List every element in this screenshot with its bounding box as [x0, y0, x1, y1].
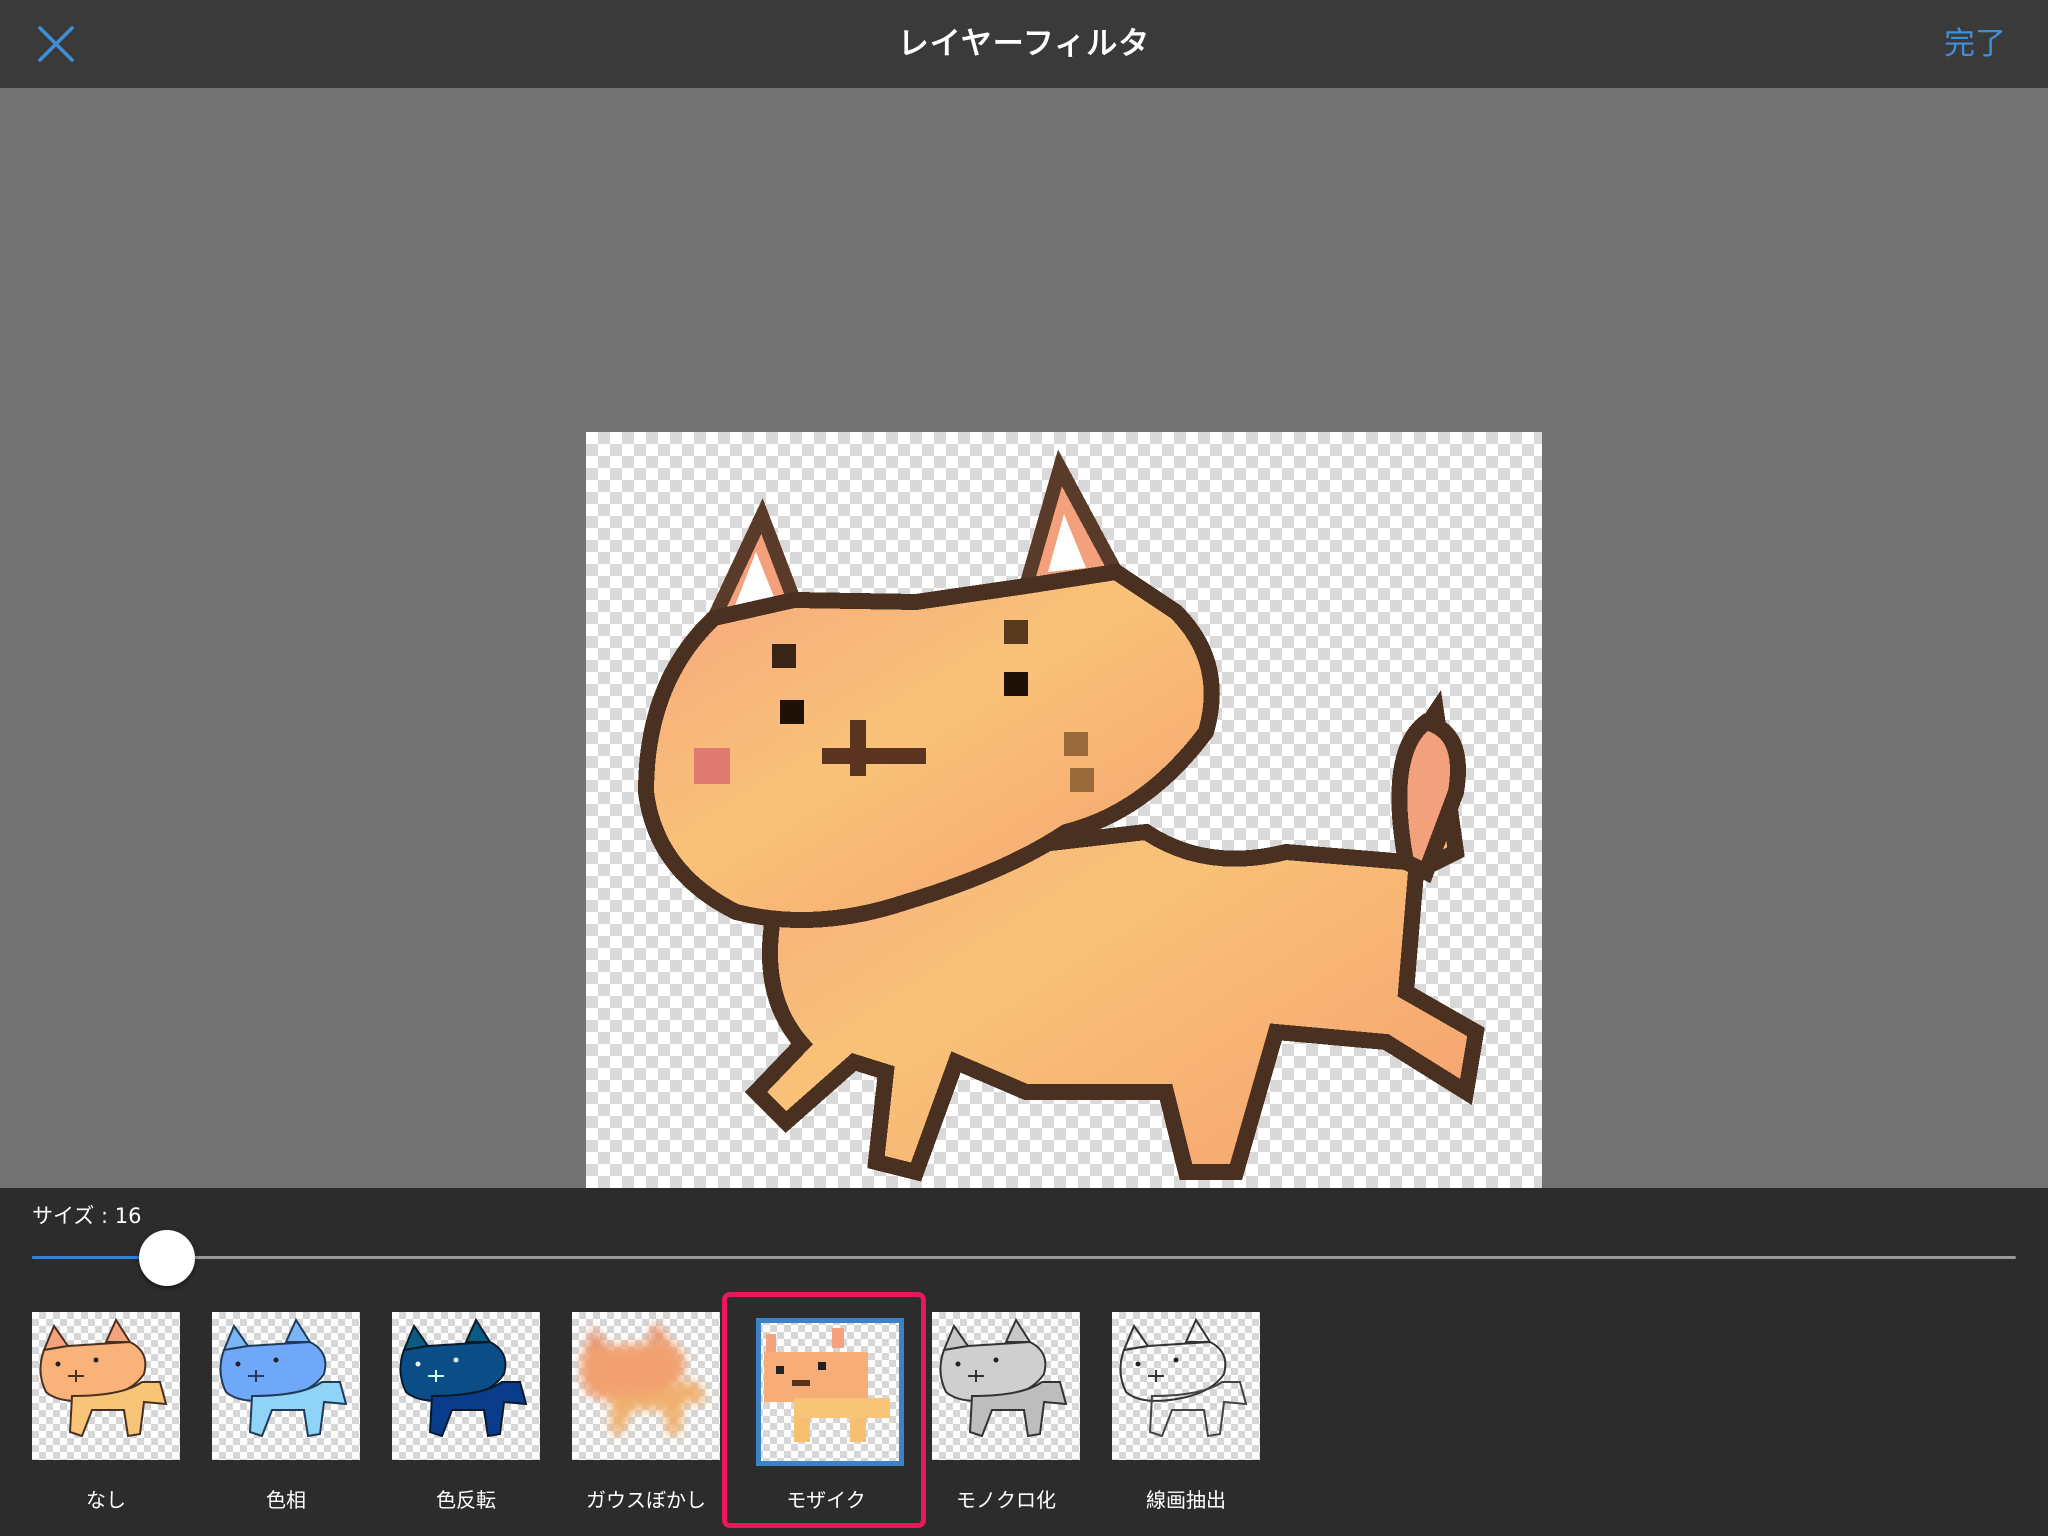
filter-line-extract[interactable]: 線画抽出	[1112, 1312, 1262, 1522]
filter-thumbnail[interactable]	[392, 1312, 540, 1460]
filter-label: 色反転	[436, 1488, 496, 1512]
highlight-annotation	[722, 1292, 926, 1528]
size-label: サイズ : 16	[32, 1204, 142, 1228]
filter-label: なし	[86, 1488, 126, 1512]
cat-thumbnail-icon	[939, 1317, 1068, 1438]
done-button[interactable]: 完了	[1944, 0, 2006, 88]
filter-monochrome[interactable]: モノクロ化	[932, 1312, 1082, 1522]
filter-label: 色相	[266, 1488, 306, 1512]
canvas-area	[0, 88, 2048, 1212]
size-slider[interactable]	[32, 1230, 2016, 1286]
layer-preview[interactable]	[586, 432, 1542, 1212]
navigation-bar: レイヤーフィルタ 完了	[0, 0, 2048, 88]
filter-thumbnail[interactable]	[1112, 1312, 1260, 1460]
filter-label: ガウスぼかし	[586, 1488, 706, 1512]
cat-thumbnail-icon	[399, 1317, 528, 1438]
cat-thumbnail-icon	[39, 1317, 168, 1438]
page-title: レイヤーフィルタ	[897, 26, 1151, 62]
filter-label: モノクロ化	[956, 1488, 1056, 1512]
filter-label: 線画抽出	[1146, 1488, 1226, 1512]
filter-list: なし 色相 色反転 ガウスぼかし モザイク モノクロ化 線画抽出	[32, 1312, 1332, 1522]
filter-thumbnail[interactable]	[572, 1312, 720, 1460]
slider-track[interactable]	[32, 1256, 2016, 1259]
mosaic-cat-image	[586, 449, 1542, 1212]
lineart-cat-thumbnail-icon	[1119, 1317, 1248, 1438]
filter-invert[interactable]: 色反転	[392, 1312, 542, 1522]
filter-hue[interactable]: 色相	[212, 1312, 362, 1522]
filter-thumbnail[interactable]	[212, 1312, 360, 1460]
filter-panel: サイズ : 16 なし 色相 色反転 ガウスぼかし モザイク モノクロ化 線画抽…	[0, 1188, 2048, 1536]
filter-thumbnail[interactable]	[932, 1312, 1080, 1460]
slider-thumb[interactable]	[139, 1230, 195, 1286]
filter-thumbnail[interactable]	[32, 1312, 180, 1460]
filter-none[interactable]: なし	[32, 1312, 182, 1522]
filter-gaussian-blur[interactable]: ガウスぼかし	[572, 1312, 722, 1522]
cat-thumbnail-icon	[219, 1317, 348, 1438]
blurred-cat-thumbnail-icon	[580, 1320, 706, 1436]
